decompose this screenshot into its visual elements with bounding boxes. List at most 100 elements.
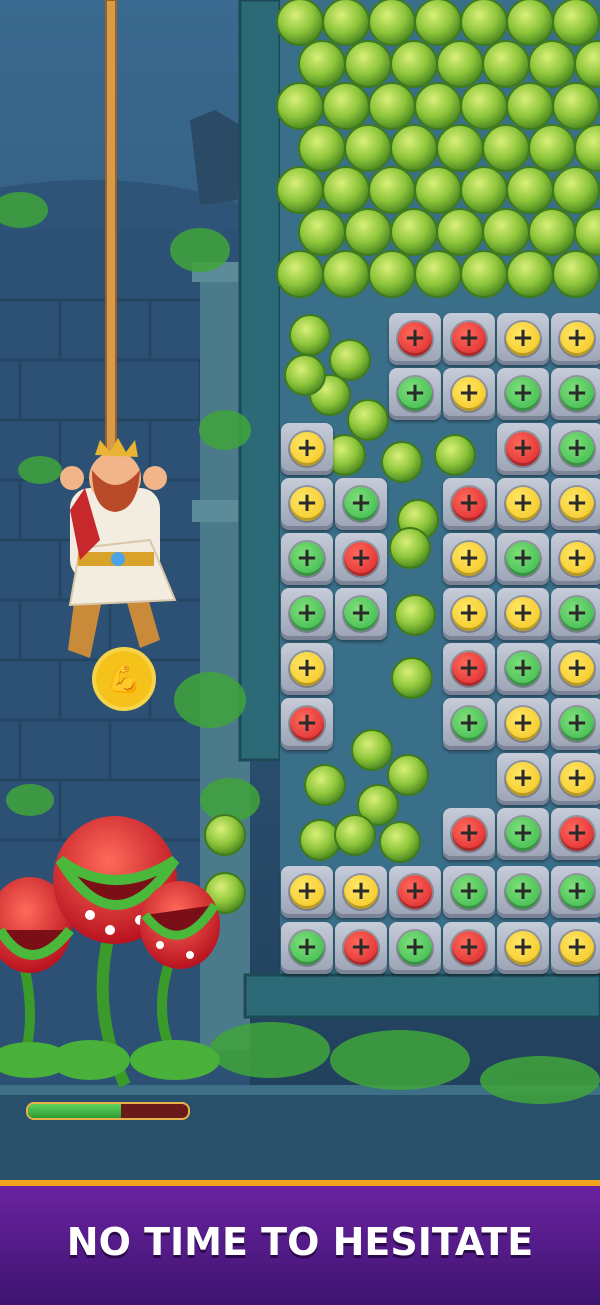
screw-button-green[interactable]: + <box>506 817 540 851</box>
screw-button-yellow[interactable]: + <box>506 322 540 356</box>
screw-button-green[interactable]: + <box>290 597 324 631</box>
screw-button-yellow[interactable]: + <box>560 487 594 521</box>
screw-tile-yellow[interactable]: + <box>497 313 549 365</box>
screw-button-yellow[interactable]: + <box>290 487 324 521</box>
screw-tile-green[interactable]: + <box>335 588 387 640</box>
screw-tile-red[interactable]: + <box>443 478 495 530</box>
screw-tile-green[interactable]: + <box>389 922 441 974</box>
screw-tile-green[interactable]: + <box>497 643 549 695</box>
screw-button-yellow[interactable]: + <box>452 377 486 411</box>
screw-button-red[interactable]: + <box>452 817 486 851</box>
screw-tile-yellow[interactable]: + <box>497 753 549 805</box>
screw-button-yellow[interactable]: + <box>506 597 540 631</box>
screw-tile-yellow[interactable]: + <box>443 368 495 420</box>
screw-button-green[interactable]: + <box>560 377 594 411</box>
screw-tile-green[interactable]: + <box>497 368 549 420</box>
screw-tile-green[interactable]: + <box>551 866 600 918</box>
screw-tile-green[interactable]: + <box>281 588 333 640</box>
screw-tile-green[interactable]: + <box>551 368 600 420</box>
screw-tile-yellow[interactable]: + <box>551 478 600 530</box>
screw-button-yellow[interactable]: + <box>290 432 324 466</box>
screw-button-green[interactable]: + <box>398 931 432 965</box>
screw-tile-green[interactable]: + <box>281 922 333 974</box>
screw-button-green[interactable]: + <box>560 707 594 741</box>
screw-button-red[interactable]: + <box>398 322 432 356</box>
screw-button-yellow[interactable]: + <box>506 762 540 796</box>
screw-tile-yellow[interactable]: + <box>551 533 600 585</box>
screw-button-yellow[interactable]: + <box>290 875 324 909</box>
screw-tile-yellow[interactable]: + <box>497 588 549 640</box>
screw-tile-yellow[interactable]: + <box>551 922 600 974</box>
screw-button-red[interactable]: + <box>452 652 486 686</box>
screw-tile-green[interactable]: + <box>281 533 333 585</box>
screw-button-green[interactable]: + <box>506 377 540 411</box>
screw-tile-red[interactable]: + <box>443 313 495 365</box>
screw-button-red[interactable]: + <box>506 432 540 466</box>
screw-button-green[interactable]: + <box>560 597 594 631</box>
screw-button-green[interactable]: + <box>290 542 324 576</box>
screw-tile-green[interactable]: + <box>389 368 441 420</box>
screw-tile-green[interactable]: + <box>497 533 549 585</box>
screw-button-green[interactable]: + <box>560 875 594 909</box>
screw-button-yellow[interactable]: + <box>506 707 540 741</box>
screw-tile-yellow[interactable]: + <box>497 922 549 974</box>
screw-button-yellow[interactable]: + <box>506 487 540 521</box>
screw-button-yellow[interactable]: + <box>560 652 594 686</box>
screw-tile-green[interactable]: + <box>497 866 549 918</box>
screw-button-yellow[interactable]: + <box>506 931 540 965</box>
screw-button-green[interactable]: + <box>452 707 486 741</box>
screw-button-red[interactable]: + <box>452 931 486 965</box>
screw-tile-yellow[interactable]: + <box>281 478 333 530</box>
screw-tile-red[interactable]: + <box>443 922 495 974</box>
screw-button-yellow[interactable]: + <box>560 931 594 965</box>
screw-button-green[interactable]: + <box>506 875 540 909</box>
screw-button-green[interactable]: + <box>344 487 378 521</box>
screw-button-green[interactable]: + <box>398 377 432 411</box>
screw-tile-yellow[interactable]: + <box>335 866 387 918</box>
screw-button-green[interactable]: + <box>452 875 486 909</box>
screw-button-yellow[interactable]: + <box>290 652 324 686</box>
screw-tile-yellow[interactable]: + <box>551 313 600 365</box>
screw-tile-red[interactable]: + <box>497 423 549 475</box>
strength-badge[interactable]: 💪 <box>96 651 152 707</box>
screw-button-red[interactable]: + <box>452 487 486 521</box>
screw-tile-red[interactable]: + <box>443 643 495 695</box>
screw-tile-green[interactable]: + <box>551 588 600 640</box>
screw-button-red[interactable]: + <box>290 707 324 741</box>
screw-button-green[interactable]: + <box>560 432 594 466</box>
screw-tile-green[interactable]: + <box>551 698 600 750</box>
screw-button-yellow[interactable]: + <box>344 875 378 909</box>
screw-tile-yellow[interactable]: + <box>551 643 600 695</box>
screw-tile-red[interactable]: + <box>335 922 387 974</box>
screw-tile-red[interactable]: + <box>389 313 441 365</box>
screw-button-yellow[interactable]: + <box>560 542 594 576</box>
screw-tile-red[interactable]: + <box>389 866 441 918</box>
screw-tile-green[interactable]: + <box>335 478 387 530</box>
screw-button-red[interactable]: + <box>452 322 486 356</box>
screw-button-yellow[interactable]: + <box>452 542 486 576</box>
screw-button-red[interactable]: + <box>344 542 378 576</box>
screw-tile-green[interactable]: + <box>551 423 600 475</box>
screw-button-green[interactable]: + <box>344 597 378 631</box>
screw-tile-green[interactable]: + <box>497 808 549 860</box>
screw-tile-yellow[interactable]: + <box>497 698 549 750</box>
screw-tile-green[interactable]: + <box>443 866 495 918</box>
screw-button-yellow[interactable]: + <box>452 597 486 631</box>
screw-tile-yellow[interactable]: + <box>281 423 333 475</box>
screw-button-green[interactable]: + <box>290 931 324 965</box>
screw-tile-yellow[interactable]: + <box>443 533 495 585</box>
screw-tile-red[interactable]: + <box>281 698 333 750</box>
screw-button-red[interactable]: + <box>560 817 594 851</box>
screw-tile-red[interactable]: + <box>443 808 495 860</box>
screw-button-yellow[interactable]: + <box>560 762 594 796</box>
screw-button-yellow[interactable]: + <box>560 322 594 356</box>
screw-tile-red[interactable]: + <box>335 533 387 585</box>
screw-button-red[interactable]: + <box>398 875 432 909</box>
screw-tile-yellow[interactable]: + <box>281 866 333 918</box>
screw-tile-green[interactable]: + <box>443 698 495 750</box>
screw-tile-yellow[interactable]: + <box>281 643 333 695</box>
screw-tile-yellow[interactable]: + <box>443 588 495 640</box>
screw-button-green[interactable]: + <box>506 652 540 686</box>
screw-tile-red[interactable]: + <box>551 808 600 860</box>
screw-button-red[interactable]: + <box>344 931 378 965</box>
